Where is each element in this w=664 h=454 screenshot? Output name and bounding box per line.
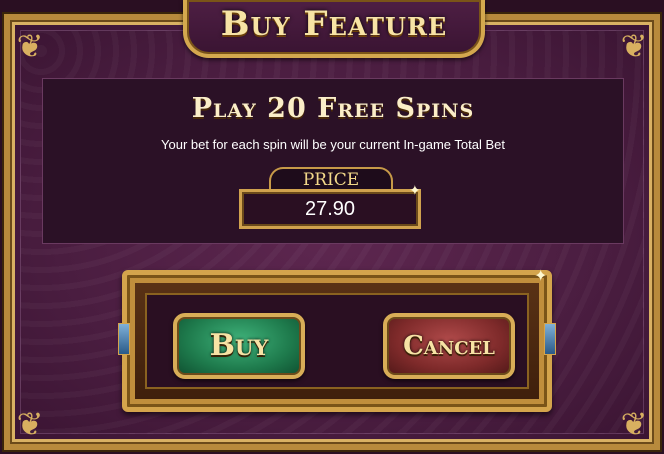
dialog-title: Buy Feature (220, 4, 448, 44)
corner-ornament-icon: ❦ (620, 27, 648, 65)
cancel-button[interactable]: Cancel (383, 313, 515, 379)
corner-ornament-icon: ❦ (620, 405, 648, 443)
offer-headline: Play 20 Free Spins (191, 93, 475, 124)
gem-ornament-right (544, 323, 556, 355)
price-value: 27.90 (239, 189, 421, 229)
sparkle-icon: ✦ (409, 183, 421, 199)
corner-ornament-icon: ❦ (16, 27, 44, 65)
price-label: PRICE (269, 167, 393, 191)
offer-panel: Play 20 Free Spins Your bet for each spi… (42, 78, 624, 244)
gem-ornament-left (118, 323, 130, 355)
button-panel-inner: Buy Cancel (145, 293, 529, 389)
button-panel: Buy Cancel (118, 270, 556, 412)
corner-ornament-icon: ❦ (16, 405, 44, 443)
buy-button[interactable]: Buy (173, 313, 305, 379)
title-plaque: Buy Feature (183, 0, 485, 58)
offer-description: Your bet for each spin will be your curr… (161, 137, 505, 152)
sparkle-icon: ✦ (534, 266, 548, 285)
